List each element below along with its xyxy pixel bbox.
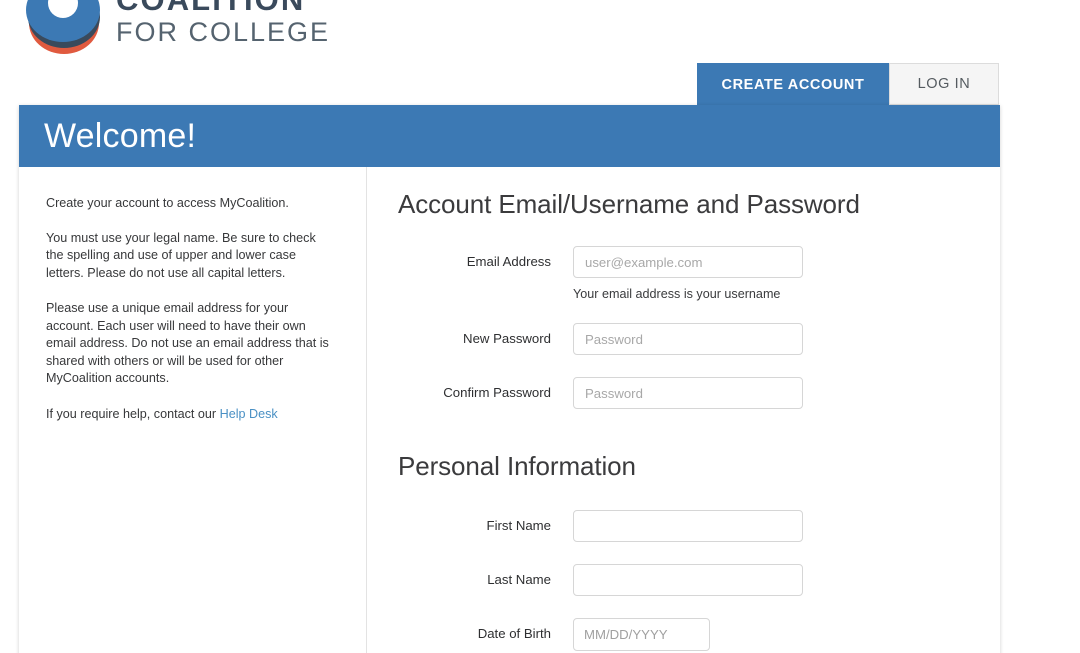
email-address-input[interactable]	[573, 246, 803, 278]
confirm-password-input[interactable]	[573, 377, 803, 409]
section-title-personal: Personal Information	[398, 451, 636, 481]
signup-panel: Welcome! Create your account to access M…	[19, 105, 1000, 653]
control-email-address: Your email address is your username	[573, 246, 1000, 301]
tab-log-in[interactable]: LOG IN	[889, 63, 999, 105]
new-password-input[interactable]	[573, 323, 803, 355]
sidebar-paragraph-3: Please use a unique email address for yo…	[46, 301, 329, 385]
site-logo[interactable]: COALITION FOR COLLEGE	[26, 0, 330, 54]
field-row-first-name: First Name	[398, 510, 1000, 542]
control-new-password	[573, 323, 1000, 355]
signup-form: Account Email/Username and Password Emai…	[367, 167, 1000, 653]
label-last-name: Last Name	[487, 572, 551, 587]
control-confirm-password	[573, 377, 1000, 409]
control-date-of-birth	[573, 618, 1000, 651]
hint-email-address: Your email address is your username	[573, 287, 781, 301]
help-desk-line: If you require help, contact our Help De…	[46, 406, 336, 424]
label-new-password: New Password	[463, 331, 551, 346]
date-of-birth-input[interactable]	[574, 619, 709, 650]
coalition-ring-logo-icon	[26, 0, 102, 54]
page-root: COALITION FOR COLLEGE CREATE ACCOUNT LOG…	[0, 0, 1080, 653]
control-last-name	[573, 564, 1000, 596]
field-row-confirm-password: Confirm Password	[398, 377, 1000, 409]
label-confirm-password: Confirm Password	[443, 385, 551, 400]
field-row-email: Email Address Your email address is your…	[398, 246, 1000, 301]
auth-tabs: CREATE ACCOUNT LOG IN	[697, 63, 999, 105]
sidebar-paragraph-2: You must use your legal name. Be sure to…	[46, 230, 316, 280]
field-row-date-of-birth: Date of Birth	[398, 618, 1000, 651]
label-date-of-birth: Date of Birth	[477, 626, 551, 641]
logo-line-1: COALITION	[116, 0, 330, 15]
help-desk-prefix: If you require help, contact our	[46, 406, 220, 421]
panel-body: Create your account to access MyCoalitio…	[19, 167, 1000, 653]
date-of-birth-group	[573, 618, 710, 651]
page-title: Welcome!	[44, 116, 197, 155]
field-row-last-name: Last Name	[398, 564, 1000, 596]
tab-create-account[interactable]: CREATE ACCOUNT	[697, 63, 889, 105]
logo-wordmark: COALITION FOR COLLEGE	[116, 0, 330, 54]
label-first-name: First Name	[486, 518, 551, 533]
welcome-banner: Welcome!	[19, 105, 1000, 167]
sidebar-paragraph-1: Create your account to access MyCoalitio…	[46, 196, 289, 210]
field-row-new-password: New Password	[398, 323, 1000, 355]
first-name-input[interactable]	[573, 510, 803, 542]
help-desk-link[interactable]: Help Desk	[220, 407, 278, 421]
section-title-account: Account Email/Username and Password	[398, 189, 860, 219]
logo-line-2: FOR COLLEGE	[116, 16, 331, 47]
last-name-input[interactable]	[573, 564, 803, 596]
label-email-address: Email Address	[466, 254, 551, 269]
control-first-name	[573, 510, 1000, 542]
instructions-sidebar: Create your account to access MyCoalitio…	[19, 167, 367, 653]
